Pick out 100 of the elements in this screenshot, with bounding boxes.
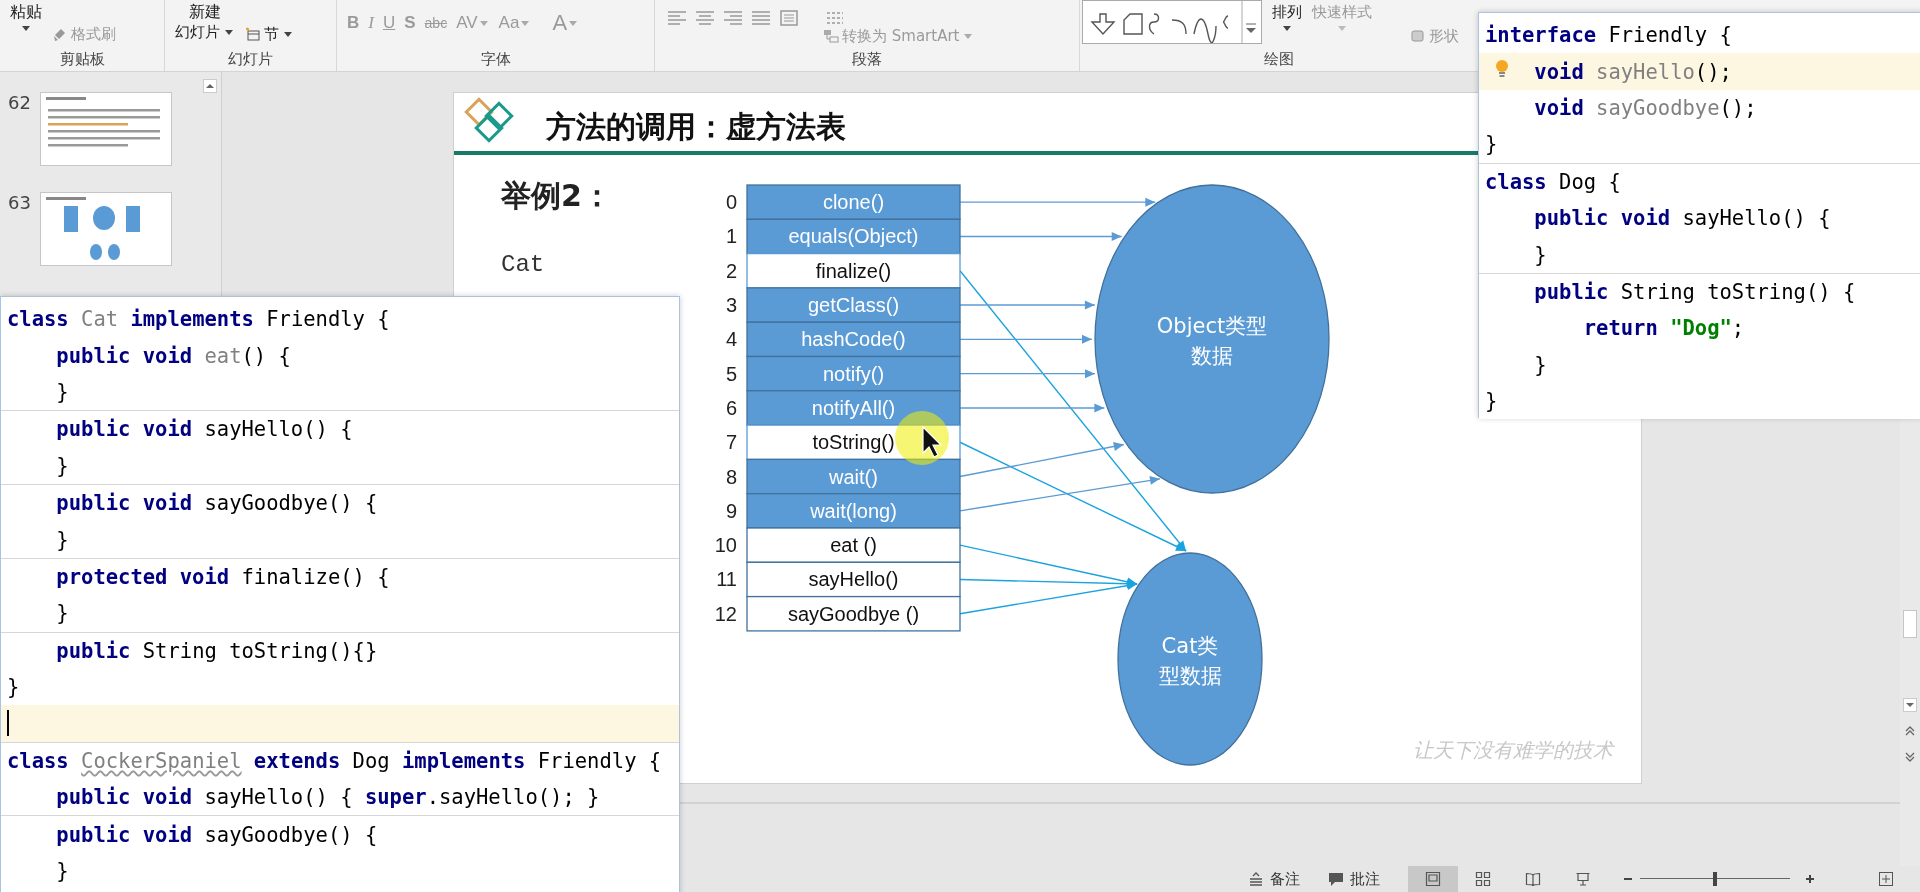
section-icon bbox=[245, 26, 261, 42]
lightbulb-icon[interactable] bbox=[1495, 59, 1509, 80]
code-line: public void sayHello() { super.sayHello(); } bbox=[56, 785, 600, 810]
row-index: 3 bbox=[725, 294, 737, 317]
code-line: } bbox=[1485, 132, 1498, 157]
ellipse-label: 型数据 bbox=[1158, 664, 1222, 688]
slide-thumbnail[interactable] bbox=[40, 92, 172, 166]
code-line: } bbox=[1534, 352, 1547, 377]
scroll-down-icon[interactable] bbox=[1903, 698, 1917, 712]
row-index: 9 bbox=[725, 499, 737, 522]
font-format-button[interactable]: abc bbox=[424, 15, 448, 31]
row-index: 11 bbox=[716, 568, 737, 591]
zoom-in-icon[interactable] bbox=[1804, 873, 1816, 885]
ellipse-label: Object类型 bbox=[1156, 314, 1268, 338]
slide-title: 方法的调用：虚方法表 bbox=[546, 109, 846, 144]
view-button[interactable] bbox=[1408, 866, 1458, 892]
code-line: } bbox=[7, 675, 20, 700]
example-heading: 举例2： bbox=[501, 178, 612, 213]
scroll-thumb[interactable] bbox=[1903, 610, 1917, 638]
caret-icon bbox=[225, 29, 233, 35]
fit-to-window-icon[interactable] bbox=[1878, 871, 1894, 887]
row-index: 5 bbox=[725, 362, 737, 385]
caret-icon bbox=[22, 26, 30, 31]
logo-icon bbox=[464, 97, 514, 143]
row-index: 6 bbox=[725, 396, 737, 419]
comments-button[interactable]: 批注 bbox=[1328, 869, 1380, 889]
cursor-highlight-icon bbox=[895, 411, 949, 465]
previous-slide-icon[interactable] bbox=[1903, 724, 1917, 738]
normal-view-icon bbox=[1425, 871, 1441, 887]
code-line: } bbox=[1485, 389, 1498, 414]
row-index: 8 bbox=[725, 465, 737, 488]
section-button[interactable]: 节 bbox=[245, 24, 294, 44]
font-format-button[interactable]: B bbox=[347, 13, 360, 33]
code-line: } bbox=[56, 859, 69, 884]
shapes-gallery[interactable] bbox=[1082, 0, 1262, 44]
projector-icon bbox=[1575, 871, 1591, 887]
row-index: 4 bbox=[725, 328, 737, 351]
code-line: public void sayHello() { bbox=[1534, 206, 1831, 231]
method-name: equals(Object) bbox=[788, 225, 919, 248]
row-index: 1 bbox=[725, 225, 737, 248]
slide-number: 63 bbox=[8, 192, 32, 213]
class-name: Cat bbox=[501, 251, 545, 278]
method-name: sayGoodbye () bbox=[787, 602, 920, 625]
code-line: } bbox=[56, 527, 69, 552]
caret-icon bbox=[569, 20, 578, 26]
caret-icon bbox=[479, 20, 488, 26]
caret-icon bbox=[521, 20, 530, 26]
code-line: protected void finalize() { bbox=[56, 564, 390, 589]
new-slide-button[interactable]: 幻灯片 bbox=[175, 22, 235, 42]
font-format-button[interactable]: Aa bbox=[498, 13, 532, 33]
quick-styles-button[interactable]: 快速样式 bbox=[1312, 2, 1372, 22]
method-name: wait() bbox=[829, 465, 878, 488]
code-line: } bbox=[56, 453, 69, 478]
caret-icon bbox=[1283, 26, 1291, 31]
font-format-button[interactable]: S bbox=[404, 13, 416, 33]
code-line: public String toString() { bbox=[1534, 279, 1856, 304]
code-line: } bbox=[56, 379, 69, 404]
font-format-button[interactable]: U bbox=[382, 13, 396, 33]
hierarchy-icon bbox=[823, 28, 839, 44]
arrange-button[interactable]: 排列 bbox=[1272, 2, 1302, 22]
code-line: } bbox=[1534, 242, 1547, 267]
row-index: 2 bbox=[725, 259, 737, 282]
zoom-slider[interactable] bbox=[1640, 872, 1790, 886]
scroll-up-icon[interactable] bbox=[203, 79, 217, 93]
ellipse-label: Cat类 bbox=[1161, 634, 1219, 658]
method-name: notify() bbox=[822, 362, 885, 385]
row-index: 0 bbox=[725, 191, 737, 214]
font-format-button[interactable]: I bbox=[368, 13, 374, 33]
method-name: clone() bbox=[822, 191, 885, 214]
method-name: eat () bbox=[830, 534, 877, 557]
ribbon-group-label: 段落 bbox=[851, 49, 883, 70]
method-name: toString() bbox=[812, 431, 895, 454]
format-painter-button[interactable]: 格式刷 bbox=[52, 24, 116, 44]
method-name: hashCode() bbox=[801, 328, 906, 351]
code-line: public String toString(){} bbox=[56, 638, 378, 663]
ribbon-group-label: 剪贴板 bbox=[58, 49, 106, 70]
code-line: } bbox=[56, 601, 69, 626]
code-line: public void sayHello() { bbox=[56, 417, 353, 442]
rounded-square-icon bbox=[1410, 28, 1426, 44]
row-index: 7 bbox=[725, 431, 737, 454]
smartart-button[interactable]: 转换为 SmartArt bbox=[823, 26, 975, 46]
code-line: public void eat() { bbox=[56, 343, 291, 368]
font-format-button[interactable]: A bbox=[552, 10, 580, 36]
speech-bubble-icon bbox=[1328, 871, 1344, 887]
font-format-button[interactable]: AV bbox=[456, 13, 490, 33]
ribbon-group-label: 幻灯片 bbox=[227, 49, 274, 70]
slide-thumbnail[interactable] bbox=[40, 192, 172, 266]
code-line: void sayGoodbye(); bbox=[1534, 95, 1757, 120]
ribbon-group-label: 绘图 bbox=[1263, 49, 1295, 70]
notes-button[interactable]: 备注 bbox=[1248, 869, 1300, 889]
shape-effects-button[interactable]: 形状 bbox=[1410, 26, 1459, 46]
code-line: interface Friendly { bbox=[1485, 23, 1732, 48]
code-line: return "Dog"; bbox=[1583, 316, 1745, 341]
ribbon-group-label: 字体 bbox=[479, 49, 512, 70]
method-name: wait(long) bbox=[810, 499, 897, 522]
caret-icon bbox=[964, 33, 973, 39]
paste-button[interactable]: 粘贴 bbox=[10, 2, 42, 22]
notes-icon bbox=[1248, 871, 1264, 887]
next-slide-icon[interactable] bbox=[1903, 750, 1917, 764]
book-icon bbox=[1525, 871, 1541, 887]
